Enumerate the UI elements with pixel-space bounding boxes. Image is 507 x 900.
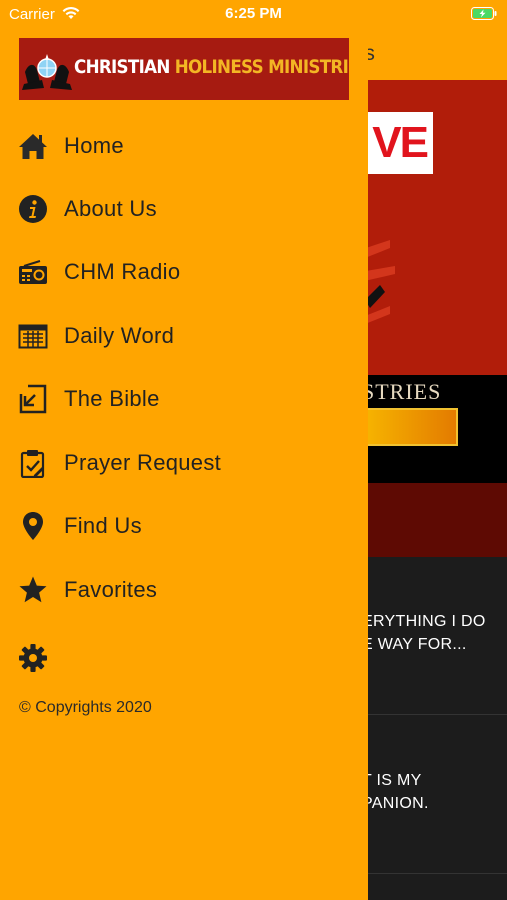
list-divider <box>362 714 507 715</box>
status-bar: Carrier 6:25 PM <box>0 0 507 28</box>
menu-item-home[interactable]: Home <box>0 121 368 171</box>
list-item-line1: T IS MY <box>362 772 422 789</box>
book-arrow-icon <box>19 384 47 414</box>
menu-item-label: Home <box>64 133 124 158</box>
menu-item-find-us[interactable]: Find Us <box>0 501 368 551</box>
menu-item-daily-word[interactable]: Daily Word <box>0 311 368 361</box>
menu-item-label: The Bible <box>64 386 160 411</box>
list-divider <box>362 873 507 874</box>
copyright-text: © Copyrights 2020 <box>19 699 152 716</box>
info-icon <box>19 195 47 223</box>
clipboard-icon <box>20 450 45 478</box>
banner-emblem <box>360 240 395 326</box>
praying-hands-emblem <box>22 54 72 90</box>
home-icon <box>19 134 47 159</box>
list-item-line2: PANION. <box>362 795 429 812</box>
ministries-strip-bar <box>362 408 458 446</box>
list-item[interactable]: ERYTHING I DO E WAY FOR... <box>362 610 486 656</box>
navigation-drawer: CHRISTIAN HOLINESS MINISTRIES Home About… <box>0 28 368 900</box>
menu-item-label: Find Us <box>64 513 142 538</box>
logo-word-holiness: HOLINESS <box>174 56 264 78</box>
battery-charging-icon <box>471 7 497 20</box>
ministries-strip-text: STRIES <box>362 379 442 404</box>
menu-item-label: Prayer Request <box>64 450 222 475</box>
logo-text: CHRISTIAN HOLINESS MINISTRIES <box>74 56 349 78</box>
calendar-icon <box>18 324 48 349</box>
menu-item-prayer-request[interactable]: Prayer Request <box>0 438 368 488</box>
menu-item-label: CHM Radio <box>64 259 181 284</box>
menu-item-about-us[interactable]: About Us <box>0 184 368 234</box>
star-icon <box>19 576 47 603</box>
menu-item-label: Daily Word <box>64 323 175 348</box>
gear-icon[interactable] <box>18 643 48 673</box>
list-item-line1: ERYTHING I DO <box>362 613 486 630</box>
menu-item-label: Favorites <box>64 577 158 602</box>
radio-icon <box>19 260 47 284</box>
menu-item-favorites[interactable]: Favorites <box>0 565 368 615</box>
list-item-line2: E WAY FOR... <box>362 636 467 653</box>
ministry-logo: CHRISTIAN HOLINESS MINISTRIES <box>19 38 349 100</box>
menu-item-the-bible[interactable]: The Bible <box>0 374 368 424</box>
logo-word-ministries: MINISTRIES <box>268 56 349 78</box>
location-pin-icon <box>23 512 43 540</box>
menu-item-label: About Us <box>64 196 157 221</box>
menu-item-chm-radio[interactable]: CHM Radio <box>0 247 368 297</box>
live-badge: VE <box>360 112 433 174</box>
logo-word-christian: CHRISTIAN <box>74 56 170 78</box>
status-time: 6:25 PM <box>225 5 282 22</box>
list-item[interactable]: T IS MY PANION. <box>362 769 429 815</box>
